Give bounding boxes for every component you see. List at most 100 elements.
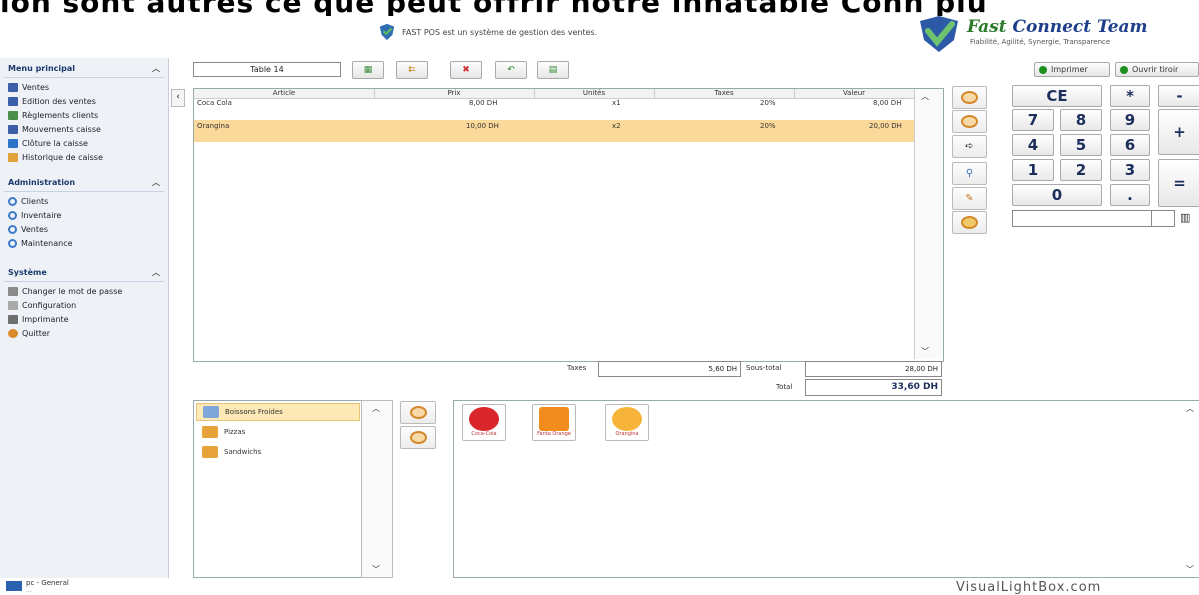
printer-icon bbox=[8, 314, 18, 324]
product-tile[interactable]: Fanta Orange bbox=[532, 404, 576, 441]
sidebar-section-header[interactable]: Administration ︿ bbox=[4, 174, 164, 192]
new-ticket-button[interactable]: ▦ bbox=[352, 61, 384, 79]
ticket-scrollbar[interactable]: ︿ ﹀ bbox=[914, 89, 943, 359]
tables-button[interactable]: ▤ bbox=[537, 61, 569, 79]
sidebar-item-label: Configuration bbox=[22, 300, 77, 310]
product-tile[interactable]: Orangina bbox=[605, 404, 649, 441]
ticket-row[interactable]: Coca Cola 8,00 DH x1 20% 8,00 DH bbox=[194, 97, 914, 119]
row-valeur: 20,00 DH bbox=[869, 122, 902, 130]
sidebar-item-quitter[interactable]: Quitter bbox=[4, 326, 164, 340]
scroll-down-icon[interactable]: ﹀ bbox=[372, 564, 380, 575]
sidebar-item-configuration[interactable]: Configuration bbox=[4, 298, 164, 312]
brand-logo: Fast Connect Team Fiabilité, Agilité, Sy… bbox=[906, 14, 1199, 54]
add-unit-button[interactable] bbox=[952, 86, 987, 109]
categories-scrollbar[interactable]: ︿ ﹀ bbox=[361, 400, 393, 578]
scroll-up-icon[interactable]: ︿ bbox=[921, 91, 929, 102]
sidebar-item-reglements[interactable]: Règlements clients bbox=[4, 108, 164, 122]
barcode-icon[interactable]: ▥ bbox=[1180, 211, 1199, 224]
sidebar-item-inventaire[interactable]: Inventaire bbox=[4, 208, 164, 222]
key-4[interactable]: 4 bbox=[1012, 134, 1054, 156]
chevron-up-icon[interactable]: ︿ bbox=[152, 267, 160, 278]
sales-admin-icon bbox=[8, 224, 17, 234]
delete-ticket-button[interactable]: ✖ bbox=[450, 61, 482, 79]
open-drawer-button[interactable]: Ouvrir tiroir bbox=[1115, 62, 1199, 77]
edit-line-button[interactable]: ✎ bbox=[952, 187, 987, 210]
key-5[interactable]: 5 bbox=[1060, 134, 1102, 156]
keypad-input-extra[interactable] bbox=[1151, 210, 1175, 227]
print-button[interactable]: Imprimer bbox=[1034, 62, 1110, 77]
key-7[interactable]: 7 bbox=[1012, 109, 1054, 131]
collapse-sidebar-button[interactable]: ‹ bbox=[171, 89, 185, 107]
chevron-up-icon[interactable]: ︿ bbox=[152, 63, 160, 74]
key-decimal[interactable]: . bbox=[1110, 184, 1150, 206]
categories-list: Boissons Froides Pizzas Sandwichs bbox=[193, 400, 363, 578]
sidebar-item-edition-ventes[interactable]: Edition des ventes bbox=[4, 94, 164, 108]
sidebar-item-password[interactable]: Changer le mot de passe bbox=[4, 284, 164, 298]
keypad-input[interactable] bbox=[1012, 210, 1152, 227]
close-register-icon bbox=[8, 138, 18, 148]
scroll-down-icon[interactable]: ﹀ bbox=[921, 346, 929, 357]
subtotal-value: 28,00 DH bbox=[805, 361, 942, 377]
inventory-icon bbox=[8, 210, 17, 220]
key-9[interactable]: 9 bbox=[1110, 109, 1150, 131]
move-line-button[interactable]: ➪ bbox=[952, 135, 987, 158]
sidebar-item-ventes[interactable]: Ventes bbox=[4, 80, 164, 94]
key-ce[interactable]: CE bbox=[1012, 85, 1102, 107]
undo-button[interactable]: ↶ bbox=[495, 61, 527, 79]
sidebar-item-clients[interactable]: Clients bbox=[4, 194, 164, 208]
category-collapse-button[interactable] bbox=[400, 426, 436, 449]
brand-name: Fast Connect Team bbox=[967, 17, 1148, 37]
sidebar-section-systeme: Système ︿ Changer le mot de passe Configu… bbox=[4, 264, 164, 340]
products-grid: Coca-Cola Fanta Orange Orangina ︿ ﹀ bbox=[453, 400, 1199, 578]
chevron-up-icon[interactable]: ︿ bbox=[152, 177, 160, 188]
sidebar-item-label: Clôture la caisse bbox=[22, 138, 88, 148]
sidebar-section-header[interactable]: Système ︿ bbox=[4, 264, 164, 282]
sidebar-item-mouvements[interactable]: Mouvements caisse bbox=[4, 122, 164, 136]
edit-sales-icon bbox=[8, 96, 18, 106]
category-expand-button[interactable] bbox=[400, 401, 436, 424]
key-8[interactable]: 8 bbox=[1060, 109, 1102, 131]
table-field[interactable]: Table 14 bbox=[193, 62, 341, 77]
sidebar-item-label: Maintenance bbox=[21, 238, 73, 248]
scroll-up-icon[interactable]: ︿ bbox=[372, 403, 380, 414]
category-item[interactable]: Pizzas bbox=[196, 423, 360, 441]
sidebar-section-title: Système bbox=[8, 268, 47, 277]
category-item[interactable]: Sandwichs bbox=[196, 443, 360, 461]
discount-button[interactable] bbox=[952, 211, 987, 234]
folder-icon bbox=[202, 426, 218, 438]
add-unit-icon bbox=[961, 90, 978, 104]
sidebar-item-historique[interactable]: Historique de caisse bbox=[4, 150, 164, 164]
remove-unit-button[interactable] bbox=[952, 110, 987, 133]
key-3[interactable]: 3 bbox=[1110, 159, 1150, 181]
sidebar-item-label: Mouvements caisse bbox=[22, 124, 101, 134]
sidebar-section-header[interactable]: Menu principal ︿ bbox=[4, 60, 164, 78]
split-ticket-button[interactable]: ⇇ bbox=[396, 61, 428, 79]
key-multiply[interactable]: * bbox=[1110, 85, 1150, 107]
key-0[interactable]: 0 bbox=[1012, 184, 1102, 206]
key-1[interactable]: 1 bbox=[1012, 159, 1054, 181]
status-user: pc - General bbox=[26, 579, 69, 587]
sidebar-item-maintenance[interactable]: Maintenance bbox=[4, 236, 164, 250]
ticket-row-selected[interactable]: Orangina 10,00 DH x2 20% 20,00 DH bbox=[194, 120, 914, 142]
sidebar-item-label: Ventes bbox=[22, 82, 50, 92]
header-message-text: FAST POS est un système de gestion des v… bbox=[402, 27, 598, 37]
category-item[interactable]: Boissons Froides bbox=[196, 403, 360, 421]
scroll-down-icon[interactable]: ﹀ bbox=[1186, 564, 1194, 575]
row-unites: x1 bbox=[612, 99, 621, 107]
product-label: Orangina bbox=[615, 431, 639, 437]
sidebar-item-label: Ventes bbox=[21, 224, 49, 234]
folder-icon bbox=[203, 406, 219, 418]
coins-icon bbox=[961, 215, 978, 229]
key-2[interactable]: 2 bbox=[1060, 159, 1102, 181]
sidebar-item-ventes-admin[interactable]: Ventes bbox=[4, 222, 164, 236]
product-tile[interactable]: Coca-Cola bbox=[462, 404, 506, 441]
sidebar-item-imprimante[interactable]: Imprimante bbox=[4, 312, 164, 326]
key-minus[interactable]: - bbox=[1158, 85, 1199, 107]
key-equals[interactable]: = bbox=[1158, 159, 1199, 207]
scroll-up-icon[interactable]: ︿ bbox=[1186, 403, 1194, 414]
sidebar-item-cloture[interactable]: Clôture la caisse bbox=[4, 136, 164, 150]
search-product-button[interactable]: ⚲ bbox=[952, 162, 987, 185]
key-6[interactable]: 6 bbox=[1110, 134, 1150, 156]
taxes-value: 5,60 DH bbox=[598, 361, 741, 377]
key-plus[interactable]: + bbox=[1158, 109, 1199, 155]
